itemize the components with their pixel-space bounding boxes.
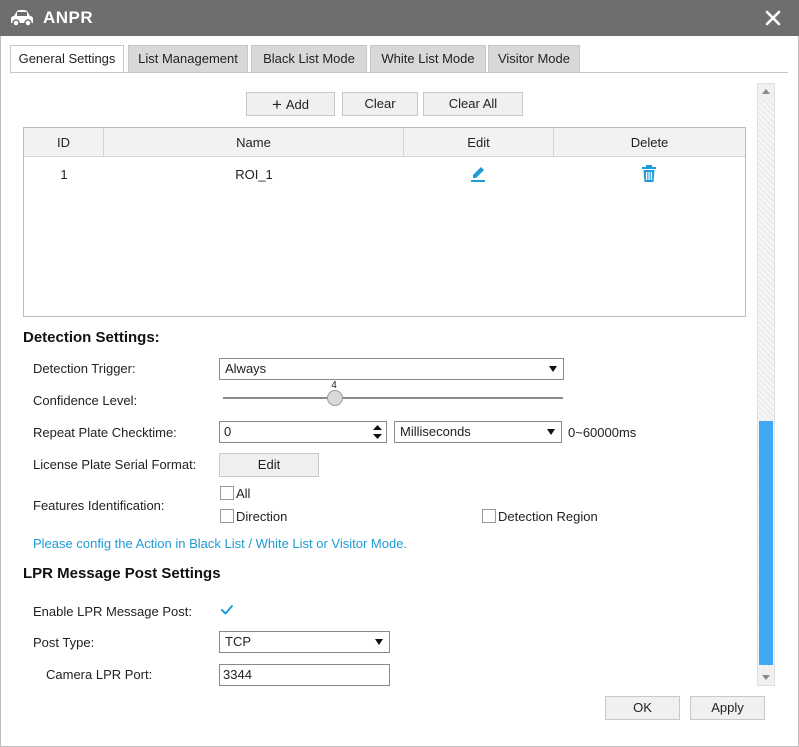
window-title: ANPR (43, 8, 94, 27)
confidence-level-label: Confidence Level: (33, 393, 138, 408)
config-action-link[interactable]: Please config the Action in Black List /… (33, 536, 407, 551)
serial-format-label: License Plate Serial Format: (33, 457, 197, 472)
delete-icon[interactable] (641, 165, 657, 183)
column-header-name: Name (104, 128, 404, 157)
post-type-select[interactable]: TCP (219, 631, 390, 653)
column-header-delete: Delete (630, 135, 669, 150)
repeat-unit-value: Milliseconds (400, 424, 471, 439)
table-header: ID Name Edit Delete (24, 128, 745, 157)
scroll-up-icon[interactable] (758, 84, 774, 100)
camera-lpr-port-input[interactable]: 3344 (219, 664, 390, 686)
vertical-scrollbar[interactable] (757, 83, 775, 686)
feature-direction-label: Direction (236, 509, 288, 524)
apply-button[interactable]: Apply (690, 696, 765, 720)
camera-lpr-port-label: Camera LPR Port: (46, 667, 153, 682)
confidence-slider-track[interactable] (223, 397, 563, 399)
repeat-checktime-stepper[interactable]: 0 (219, 421, 387, 443)
clear-button[interactable]: Clear (342, 92, 418, 116)
detection-trigger-select[interactable]: Always (219, 358, 564, 380)
detection-trigger-label: Detection Trigger: (33, 361, 136, 376)
clear-all-button[interactable]: Clear All (423, 92, 523, 116)
chevron-down-icon (375, 639, 383, 645)
repeat-unit-select[interactable]: Milliseconds (394, 421, 562, 443)
tab-list-management[interactable]: List Management (128, 45, 248, 73)
repeat-checktime-value: 0 (224, 424, 232, 439)
roi-table: ID Name Edit Delete 1 ROI_1 (23, 127, 746, 317)
post-type-label: Post Type: (33, 635, 95, 650)
repeat-checktime-label: Repeat Plate Checktime: (33, 425, 177, 440)
enable-lpr-post-checkbox[interactable] (220, 603, 234, 617)
tab-visitor-mode[interactable]: Visitor Mode (488, 45, 580, 73)
chevron-down-icon (547, 429, 555, 435)
column-header-edit: Edit (404, 128, 554, 157)
detection-settings-title: Detection Settings: (23, 329, 160, 346)
scrollbar-thumb[interactable] (759, 421, 773, 665)
feature-region-label: Detection Region (498, 509, 598, 524)
add-button-label: Add (285, 97, 310, 112)
lpr-settings-title: LPR Message Post Settings (23, 565, 221, 582)
row-id: 1 (60, 167, 68, 182)
scroll-down-icon[interactable] (758, 669, 774, 685)
repeat-range-text: 0~60000ms (568, 425, 637, 440)
tab-white-list-mode[interactable]: White List Mode (370, 45, 486, 73)
spinner-arrows-icon[interactable] (373, 425, 382, 439)
post-type-value: TCP (225, 634, 251, 649)
enable-lpr-post-label: Enable LPR Message Post: (33, 604, 192, 619)
feature-direction-checkbox[interactable] (220, 509, 234, 523)
features-identification-label: Features Identification: (33, 498, 165, 513)
close-icon[interactable] (762, 7, 784, 29)
feature-all-label: All (236, 486, 251, 501)
title-bar: ANPR (0, 0, 799, 36)
chevron-down-icon (549, 366, 557, 372)
add-button[interactable]: + Add (246, 92, 335, 116)
tab-black-list-mode[interactable]: Black List Mode (251, 45, 367, 73)
detection-trigger-value: Always (225, 361, 267, 376)
plus-icon: + (271, 95, 282, 114)
column-header-id: ID (24, 128, 104, 157)
row-name: ROI_1 (235, 167, 273, 182)
tab-divider (10, 72, 788, 73)
feature-region-checkbox[interactable] (482, 509, 496, 523)
tab-general-settings[interactable]: General Settings (10, 45, 124, 74)
serial-format-edit-button[interactable]: Edit (219, 453, 319, 477)
car-icon (11, 10, 33, 27)
feature-all-checkbox[interactable] (220, 486, 234, 500)
edit-icon[interactable] (470, 165, 486, 183)
ok-button[interactable]: OK (605, 696, 680, 720)
